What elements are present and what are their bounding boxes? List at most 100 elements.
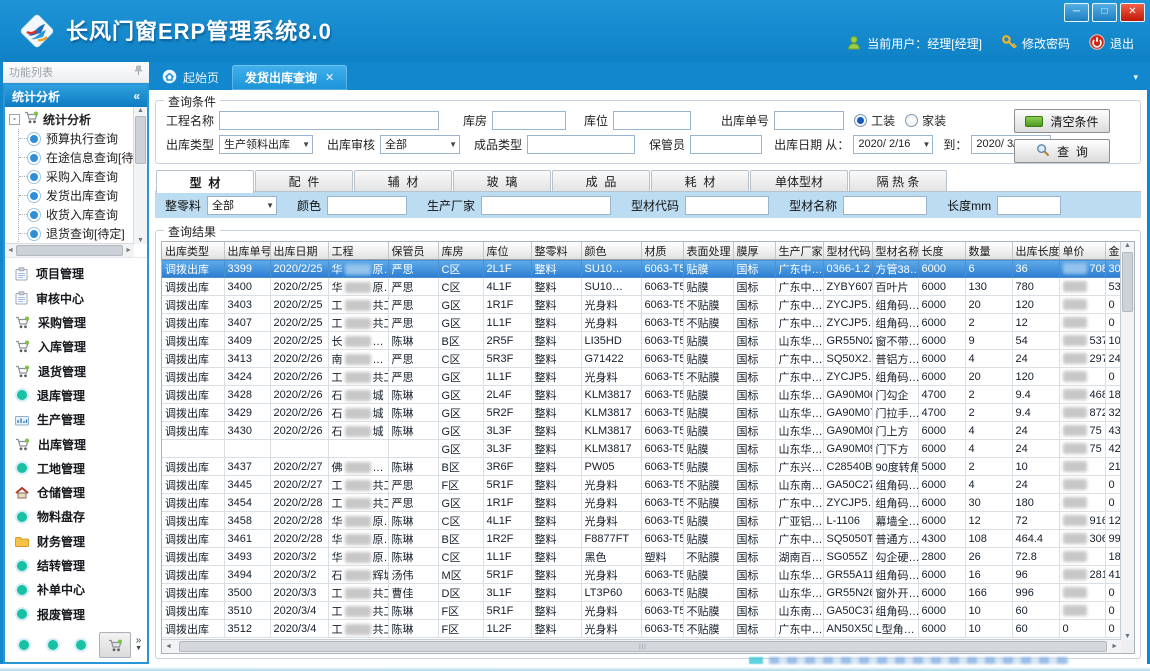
search-button[interactable]: 查 询 — [1014, 139, 1110, 163]
table-row[interactable]: 调拨出库34932020/3/2华原…陈琳C区1L1F整料黑色塑料不贴膜国标湖南… — [162, 548, 1133, 566]
tree-item[interactable]: 退货查询[待定] — [19, 224, 134, 243]
module-mini-icon[interactable] — [76, 640, 86, 650]
grid-horizontal-scrollbar[interactable]: ◄|||► — [162, 639, 1121, 653]
column-header[interactable]: 长度 — [918, 242, 965, 260]
table-row[interactable]: 调拨出库35122020/3/4工共工程陈琳F区1L2F整料光身料6063-T5… — [162, 620, 1133, 638]
sidebar-module-4[interactable]: 入库管理 — [15, 338, 147, 355]
tab-list-caret-icon[interactable]: ▾ — [1133, 72, 1138, 83]
table-row[interactable]: 调拨出库34032020/2/25工共工程严思G区1R1F整料光身料6063-T… — [162, 296, 1133, 314]
column-header[interactable]: 出库类型 — [162, 242, 224, 260]
location-input[interactable] — [613, 111, 691, 130]
material-tab-8[interactable]: 隔 热 条 — [849, 170, 947, 192]
column-header[interactable]: 颜色 — [581, 242, 641, 260]
keeper-input[interactable] — [690, 135, 762, 154]
column-header[interactable]: 出库长度 — [1012, 242, 1059, 260]
column-header[interactable]: 出库日期 — [270, 242, 328, 260]
tree-item[interactable]: 在途信息查询[待定] — [19, 148, 134, 167]
sidebar-module-9[interactable]: 工地管理 — [15, 460, 147, 477]
tab-shipping-outbound-query[interactable]: 发货出库查询 ✕ — [232, 65, 347, 90]
sidebar-module-7[interactable]: 生产管理 — [15, 411, 147, 428]
date-from-select[interactable]: 2020/ 2/16▼ — [853, 135, 933, 154]
column-header[interactable]: 保管员 — [388, 242, 438, 260]
table-row[interactable]: 调拨出库34282020/2/26石城陈琳G区2L4F整料KLM38176063… — [162, 386, 1133, 404]
column-header[interactable]: 生产厂家 — [775, 242, 823, 260]
sidebar-module-12[interactable]: 财务管理 — [15, 533, 147, 550]
sidebar-module-1[interactable]: 项目管理 — [15, 265, 147, 282]
column-header[interactable]: 材质 — [641, 242, 683, 260]
sidebar-module-14[interactable]: 补单中心 — [15, 581, 147, 598]
product-type-input[interactable] — [527, 135, 635, 154]
material-tab-7[interactable]: 单体型材 — [750, 170, 848, 192]
sidebar-module-11[interactable]: 物料盘存 — [15, 508, 147, 525]
overflow-chevron[interactable]: »▼ — [135, 637, 142, 653]
material-tab-2[interactable]: 配 件 — [255, 170, 353, 192]
material-tab-5[interactable]: 成 品 — [552, 170, 650, 192]
tree-expander-icon[interactable]: - — [9, 114, 20, 125]
tab-home[interactable]: 起始页 — [149, 65, 232, 90]
column-header[interactable]: 库房 — [438, 242, 483, 260]
material-tab-6[interactable]: 耗 材 — [651, 170, 749, 192]
table-row[interactable]: 调拨出库34612020/2/28华原…陈琳B区1R2F整料F8877FT606… — [162, 530, 1133, 548]
table-row[interactable]: 调拨出库34452020/2/27工共工程严思F区5R1F整料光身料6063-T… — [162, 476, 1133, 494]
tab-close-icon[interactable]: ✕ — [325, 71, 334, 84]
material-tab-4[interactable]: 玻 璃 — [453, 170, 551, 192]
table-row[interactable]: 调拨出库35002020/3/3工共工程曹佳D区3L1F整料LT3P606063… — [162, 584, 1133, 602]
warehouse-input[interactable] — [492, 111, 566, 130]
out-audit-select[interactable]: 全部▼ — [380, 135, 460, 154]
order-no-input[interactable] — [774, 111, 844, 130]
project-name-input[interactable] — [219, 111, 439, 130]
sidebar-module-5[interactable]: 退货管理 — [15, 363, 147, 380]
clear-conditions-button[interactable]: 清空条件 — [1014, 109, 1110, 133]
column-header[interactable]: 库位 — [483, 242, 531, 260]
module-mini-icon[interactable] — [48, 640, 58, 650]
table-row[interactable]: 调拨出库34092020/2/25长…陈琳B区2R5F整料LI35HD6063-… — [162, 332, 1133, 350]
table-row[interactable]: 调拨出库34582020/2/28华原…陈琳C区4L1F整料光身料6063-T5… — [162, 512, 1133, 530]
table-row[interactable]: 调拨出库34242020/2/26工共工程严思G区1L1F整料光身料6063-T… — [162, 368, 1133, 386]
column-header[interactable]: 单价 — [1059, 242, 1105, 260]
grid-vertical-scrollbar[interactable]: ▲▼ — [1120, 242, 1134, 640]
table-row[interactable]: 调拨出库35102020/3/4工共工程陈琳F区5R1F整料光身料6063-T5… — [162, 602, 1133, 620]
module-mini-icon[interactable] — [19, 640, 29, 650]
sidebar-module-8[interactable]: 出库管理 — [15, 436, 147, 453]
change-password-button[interactable]: 修改密码 — [1001, 34, 1070, 53]
filter-select[interactable]: 全部▼ — [207, 196, 277, 215]
decoration-radio[interactable]: 工装 — [854, 112, 895, 129]
tree-horizontal-scrollbar[interactable]: ◄► — [5, 243, 134, 257]
section-header-statistics[interactable]: 统计分析 « — [5, 85, 147, 107]
column-header[interactable]: 数量 — [965, 242, 1012, 260]
table-row[interactable]: 调拨出库34292020/2/26石城陈琳G区5R2F整料KLM38176063… — [162, 404, 1133, 422]
close-button[interactable]: ✕ — [1120, 3, 1145, 22]
table-row[interactable]: 调拨出库34372020/2/27佛…陈琳B区3R6F整料PW056063-T5… — [162, 458, 1133, 476]
tree-vertical-scrollbar[interactable]: ▲ ▼ — [133, 107, 147, 244]
filter-input[interactable] — [843, 196, 927, 215]
column-header[interactable]: 出库单号 — [224, 242, 270, 260]
sidebar-module-3[interactable]: 采购管理 — [15, 314, 147, 331]
filter-input[interactable] — [685, 196, 769, 215]
sidebar-module-10[interactable]: 仓储管理 — [15, 484, 147, 501]
tree-root-statistics[interactable]: - 统计分析 — [9, 109, 134, 129]
decoration-radio[interactable]: 家装 — [905, 112, 946, 129]
logout-button[interactable]: 退出 — [1089, 34, 1134, 53]
material-tab-1[interactable]: 型 材 — [156, 170, 254, 193]
column-header[interactable]: 表面处理 — [683, 242, 733, 260]
tree-item[interactable]: 发货出库查询 — [19, 186, 134, 205]
table-row[interactable]: 调拨出库34072020/2/25工共工程严思G区1L1F整料光身料6063-T… — [162, 314, 1133, 332]
column-header[interactable]: 膜厚 — [733, 242, 775, 260]
table-row[interactable]: 调拨出库34302020/2/26石城陈琳G区3L3F整料KLM38176063… — [162, 422, 1133, 440]
collapse-icon[interactable]: « — [133, 89, 140, 103]
filter-input[interactable] — [327, 196, 407, 215]
column-header[interactable]: 整零料 — [531, 242, 581, 260]
table-row[interactable]: G区3L3F整料KLM38176063-T5贴膜国标山东华…GA90M09.门下… — [162, 440, 1133, 458]
filter-input[interactable] — [997, 196, 1061, 215]
table-row[interactable]: 调拨出库34002020/2/25华原…严思C区4L1F整料SU10…6063-… — [162, 278, 1133, 296]
tree-item[interactable]: 预算执行查询 — [19, 129, 134, 148]
table-row[interactable]: 调拨出库34132020/2/26南…严思C区5R3F整料G714226063-… — [162, 350, 1133, 368]
pin-icon[interactable] — [134, 65, 143, 79]
table-row[interactable]: 调拨出库33992020/2/25华原…严思C区2L1F整料SU10…6063-… — [162, 260, 1133, 278]
sidebar-module-15[interactable]: 报废管理 — [15, 606, 147, 623]
table-row[interactable]: 调拨出库34942020/3/2石辉城汤伟M区5R1F整料光身料6063-T5贴… — [162, 566, 1133, 584]
maximize-button[interactable]: □ — [1092, 3, 1117, 22]
tree-item[interactable]: 收货入库查询 — [19, 205, 134, 224]
tree-item[interactable]: 采购入库查询 — [19, 167, 134, 186]
material-tab-3[interactable]: 辅 材 — [354, 170, 452, 192]
